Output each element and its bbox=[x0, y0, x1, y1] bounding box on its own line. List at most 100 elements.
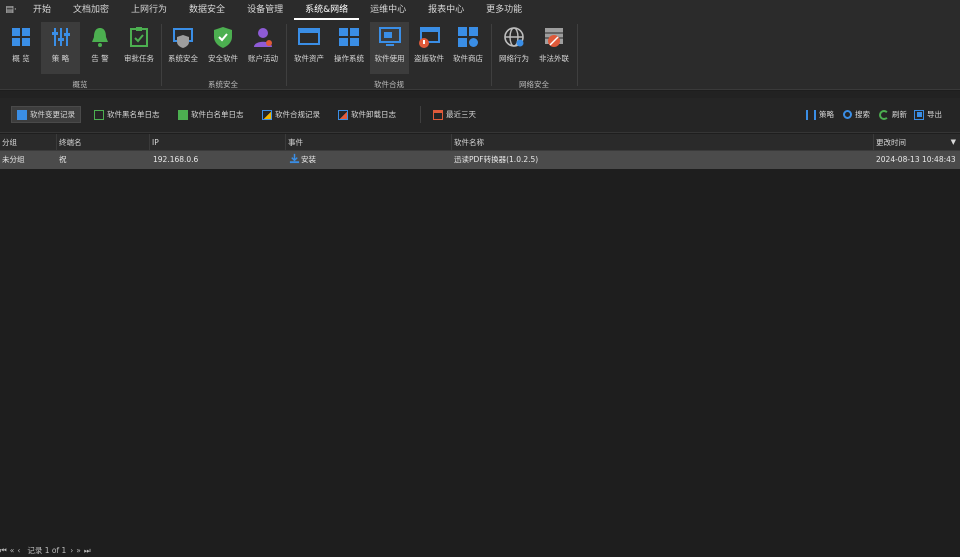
cell-ip: 192.168.0.6 bbox=[153, 155, 199, 164]
account-activity-button[interactable]: 账户活动 bbox=[244, 22, 282, 74]
column-group[interactable]: 分组 bbox=[0, 134, 17, 151]
column-ip[interactable]: IP bbox=[149, 134, 159, 151]
software-usage-button[interactable]: 软件使用 bbox=[370, 22, 409, 74]
software-compliance-log-button[interactable]: 软件合规记录 bbox=[257, 106, 325, 123]
export-button[interactable]: 导出 bbox=[909, 106, 947, 123]
date-range-label: 最近三天 bbox=[446, 110, 476, 119]
sort-down-icon[interactable]: ▼ bbox=[951, 134, 956, 151]
software-store-label: 软件商店 bbox=[453, 54, 483, 63]
policy-toolbar-button[interactable]: 策略 bbox=[801, 106, 839, 123]
software-blacklist-log-button[interactable]: 软件黑名单日志 bbox=[89, 106, 165, 123]
software-uninstall-log-button[interactable]: 软件卸载日志 bbox=[333, 106, 401, 123]
software-assets-label: 软件资产 bbox=[294, 54, 324, 63]
account-activity-icon bbox=[254, 28, 272, 47]
software-blacklist-log-label: 软件黑名单日志 bbox=[107, 110, 160, 119]
approval-task-label: 审批任务 bbox=[124, 54, 154, 63]
overview-button[interactable]: 概 览 bbox=[3, 22, 39, 74]
first-page-icon[interactable]: ⏮ bbox=[0, 546, 7, 556]
software-change-log-button[interactable]: 软件变更记录 bbox=[11, 106, 81, 123]
illegal-outreach-icon bbox=[545, 28, 563, 47]
software-uninstall-icon bbox=[338, 109, 348, 120]
pagination-bar: ⏮ « ‹ 记录 1 of 1 › » ⏭ bbox=[0, 544, 960, 557]
software-whitelist-log-button[interactable]: 软件白名单日志 bbox=[173, 106, 249, 123]
alarm-bell-icon bbox=[92, 28, 108, 47]
install-icon bbox=[289, 153, 300, 164]
operating-system-button[interactable]: 操作系统 bbox=[330, 22, 368, 74]
search-button[interactable]: 搜索 bbox=[838, 106, 875, 123]
menu-start[interactable]: 开始 bbox=[22, 0, 62, 20]
security-software-button[interactable]: 安全软件 bbox=[204, 22, 242, 74]
menu-ops-center[interactable]: 运维中心 bbox=[359, 0, 417, 20]
column-terminal[interactable]: 终端名 bbox=[56, 134, 82, 151]
refresh-label: 刷新 bbox=[892, 110, 907, 119]
table-header: 分组 终端名 IP 事件 软件名称 更改时间 ▼ bbox=[0, 134, 960, 151]
group-label-software-compliance: 软件合规 bbox=[374, 80, 404, 89]
app-menu-icon[interactable]: ▤· bbox=[0, 0, 22, 20]
pirated-software-label: 盗版软件 bbox=[414, 54, 444, 63]
pirated-software-icon bbox=[419, 27, 440, 48]
next-block-icon[interactable]: » bbox=[76, 546, 81, 555]
operating-system-label: 操作系统 bbox=[334, 54, 364, 63]
software-store-icon bbox=[458, 27, 478, 47]
refresh-icon bbox=[879, 109, 889, 120]
software-whitelist-icon bbox=[178, 109, 188, 120]
group-separator bbox=[161, 24, 162, 86]
group-label-overview: 概览 bbox=[72, 80, 88, 89]
software-assets-icon bbox=[298, 28, 320, 45]
prev-block-icon[interactable]: « bbox=[10, 546, 15, 555]
software-usage-icon bbox=[378, 27, 401, 46]
overview-icon bbox=[12, 28, 30, 46]
date-range-button[interactable]: 最近三天 bbox=[420, 106, 481, 123]
table-row[interactable]: 未分组 祝 192.168.0.6 安装 迅读PDF转换器(1.0.2.5) 2… bbox=[0, 151, 960, 169]
cell-event: 安装 bbox=[287, 151, 316, 169]
system-security-label: 系统安全 bbox=[168, 54, 198, 63]
illegal-outreach-button[interactable]: 非法外联 bbox=[535, 22, 573, 74]
overview-label: 概 览 bbox=[12, 54, 30, 63]
menu-report-center[interactable]: 报表中心 bbox=[417, 0, 475, 20]
menu-device-management[interactable]: 设备管理 bbox=[236, 0, 294, 20]
search-icon bbox=[843, 110, 852, 119]
security-software-label: 安全软件 bbox=[208, 54, 238, 63]
log-toolbar: 软件变更记录 软件黑名单日志 软件白名单日志 软件合规记录 软件卸载日志 最近三… bbox=[0, 98, 960, 133]
column-software-name[interactable]: 软件名称 bbox=[451, 134, 484, 151]
cell-event-label: 安装 bbox=[301, 155, 316, 164]
ribbon: 概 览 策 略 告 警 审批任务 系统安全 安全软件 账户活动 软件资产 操作系… bbox=[0, 20, 960, 90]
menu-internet-behavior[interactable]: 上网行为 bbox=[120, 0, 178, 20]
software-usage-label: 软件使用 bbox=[374, 54, 405, 63]
menu-bar: ▤· 开始 文档加密 上网行为 数据安全 设备管理 系统&网络 运维中心 报表中… bbox=[0, 0, 960, 20]
menu-data-security[interactable]: 数据安全 bbox=[178, 0, 236, 20]
account-activity-label: 账户活动 bbox=[248, 54, 278, 63]
group-separator bbox=[577, 24, 578, 86]
group-separator bbox=[286, 24, 287, 86]
export-icon bbox=[914, 109, 924, 120]
policy-sliders-icon bbox=[806, 109, 816, 120]
column-event[interactable]: 事件 bbox=[285, 134, 303, 151]
cell-change-time: 2024-08-13 10:48:43 bbox=[876, 155, 956, 164]
software-store-button[interactable]: 软件商店 bbox=[449, 22, 487, 74]
software-compliance-icon bbox=[262, 109, 272, 120]
software-assets-button[interactable]: 软件资产 bbox=[290, 22, 328, 74]
alarm-label: 告 警 bbox=[91, 54, 109, 63]
next-page-icon[interactable]: › bbox=[70, 546, 73, 555]
software-change-log-label: 软件变更记录 bbox=[30, 110, 75, 119]
alarm-button[interactable]: 告 警 bbox=[82, 22, 118, 74]
group-label-network-security: 网络安全 bbox=[519, 80, 549, 89]
policy-button[interactable]: 策 略 bbox=[41, 22, 80, 74]
software-change-icon bbox=[17, 109, 27, 120]
cell-group: 未分组 bbox=[2, 155, 25, 164]
menu-doc-encryption[interactable]: 文档加密 bbox=[62, 0, 120, 20]
export-label: 导出 bbox=[927, 110, 942, 119]
pirated-software-button[interactable]: 盗版软件 bbox=[411, 22, 447, 74]
menu-more[interactable]: 更多功能 bbox=[475, 0, 533, 20]
network-behavior-button[interactable]: 网络行为 bbox=[495, 22, 533, 74]
refresh-button[interactable]: 刷新 bbox=[874, 106, 912, 123]
software-whitelist-log-label: 软件白名单日志 bbox=[191, 110, 244, 119]
menu-system-network[interactable]: 系统&网络 bbox=[294, 0, 360, 20]
ribbon-gap bbox=[0, 91, 960, 98]
system-security-button[interactable]: 系统安全 bbox=[165, 22, 201, 74]
software-blacklist-icon bbox=[94, 109, 104, 120]
last-page-icon[interactable]: ⏭ bbox=[84, 546, 91, 556]
prev-page-icon[interactable]: ‹ bbox=[17, 546, 20, 555]
column-change-time[interactable]: 更改时间 ▼ bbox=[873, 134, 960, 151]
approval-task-button[interactable]: 审批任务 bbox=[120, 22, 158, 74]
